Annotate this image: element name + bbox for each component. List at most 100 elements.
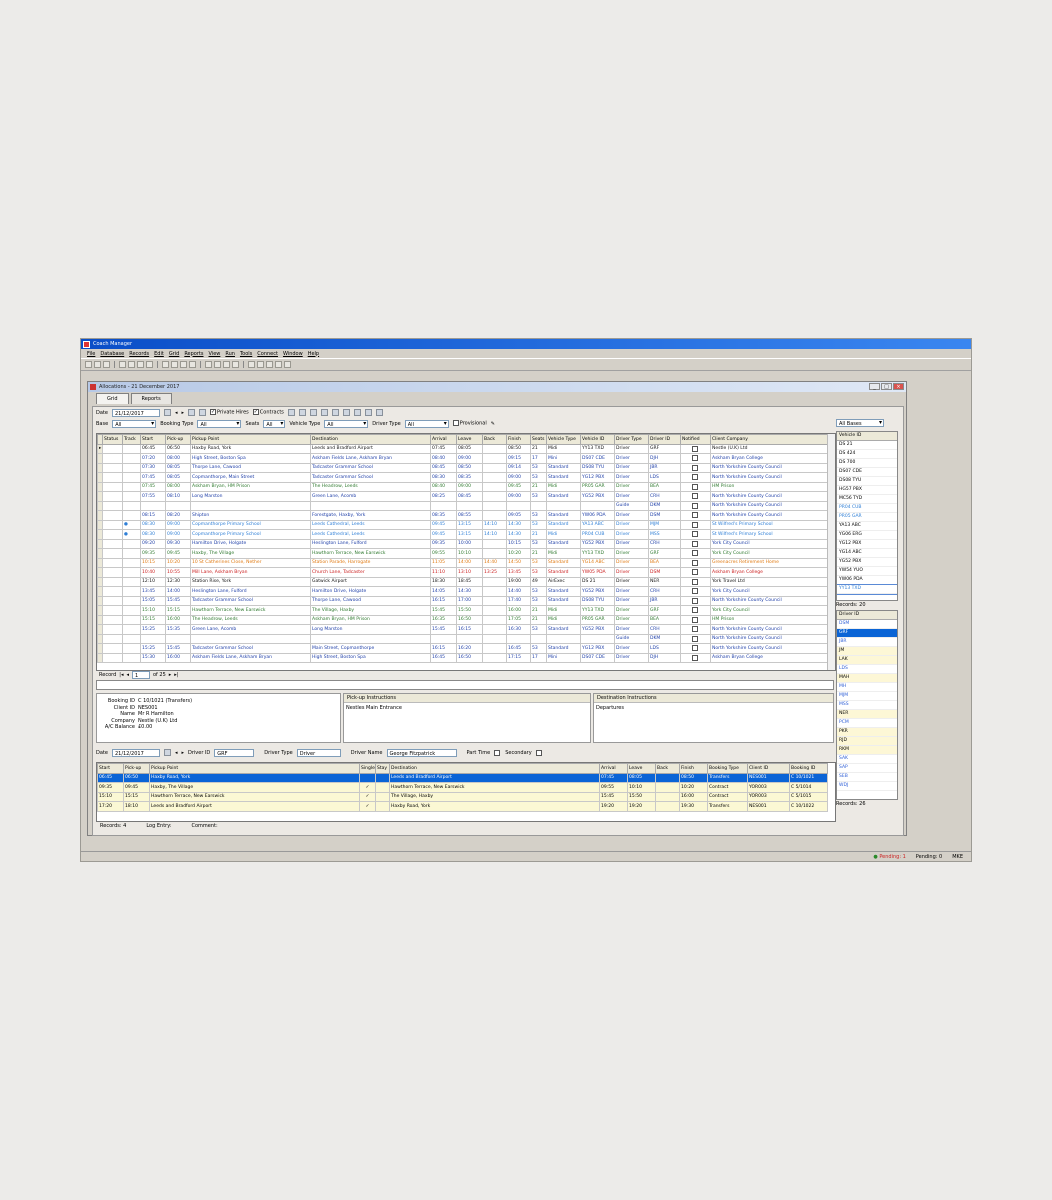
- table-cell[interactable]: 21: [530, 605, 547, 616]
- table-cell[interactable]: 08:10: [165, 491, 191, 502]
- table-cell[interactable]: Main Street, Copmanthorpe: [310, 643, 431, 654]
- table-cell[interactable]: 17: [530, 453, 547, 464]
- destination-instructions-text[interactable]: Departures: [594, 703, 833, 714]
- table-cell[interactable]: [456, 633, 483, 644]
- table-cell[interactable]: Gatwick Airport: [310, 576, 431, 587]
- table-cell[interactable]: 08:05: [456, 443, 483, 454]
- table-row[interactable]: 17:20 18:10 Leeds and Bradford Airport ✓ Hax…: [97, 801, 828, 812]
- date-field[interactable]: 21/12/2017: [111, 408, 160, 417]
- notified-checkbox[interactable]: [680, 510, 711, 521]
- table-cell[interactable]: 09:00: [456, 453, 483, 464]
- table-cell[interactable]: 10:15: [506, 538, 531, 549]
- table-cell[interactable]: Haxby, The Village: [149, 782, 360, 793]
- table-cell[interactable]: Driver: [614, 557, 649, 568]
- column-header[interactable]: Finish: [506, 434, 531, 445]
- table-cell[interactable]: YG52 PBX: [580, 538, 615, 549]
- sort-icon[interactable]: [189, 361, 196, 368]
- menu-records[interactable]: Records: [129, 351, 149, 357]
- table-cell[interactable]: [482, 491, 507, 502]
- vehicle-type-select[interactable]: All: [324, 419, 369, 428]
- table-cell[interactable]: Standard: [546, 491, 581, 502]
- table-cell[interactable]: 14:30: [506, 519, 531, 530]
- table-cell[interactable]: DSM: [648, 510, 681, 521]
- table-cell[interactable]: 13:10: [456, 567, 483, 578]
- table-cell[interactable]: Tadcaster Grammar School: [310, 462, 431, 473]
- table-cell[interactable]: [122, 538, 141, 549]
- table-cell[interactable]: 09:00: [456, 481, 483, 492]
- table-cell[interactable]: DJH: [648, 453, 681, 464]
- table-cell[interactable]: [122, 586, 141, 597]
- table-cell[interactable]: 12:10: [140, 576, 166, 587]
- table-cell[interactable]: The Headrow, Leeds: [190, 614, 311, 625]
- table-cell[interactable]: YY13 TXD: [580, 443, 615, 454]
- table-cell[interactable]: [122, 643, 141, 654]
- table-cell[interactable]: YG14 ABC: [580, 557, 615, 568]
- table-cell[interactable]: [140, 633, 166, 644]
- table-cell[interactable]: St Wilfred's Primary School: [710, 529, 829, 540]
- column-header[interactable]: Track: [122, 434, 141, 445]
- table-cell[interactable]: 14:10: [482, 519, 507, 530]
- table-cell[interactable]: 18:45: [456, 576, 483, 587]
- table-cell[interactable]: Long Marston: [190, 491, 311, 502]
- column-header[interactable]: Client Company: [710, 434, 829, 445]
- notified-checkbox[interactable]: [680, 519, 711, 530]
- table-cell[interactable]: Shipton: [190, 510, 311, 521]
- table-cell[interactable]: [102, 633, 123, 644]
- table-cell[interactable]: 16:00: [165, 652, 191, 663]
- table-cell[interactable]: LDS: [648, 643, 681, 654]
- column-header[interactable]: Finish: [679, 763, 708, 774]
- table-cell[interactable]: Driver: [614, 586, 649, 597]
- table-cell[interactable]: 15:45: [599, 791, 628, 802]
- window-icon[interactable]: [275, 361, 282, 368]
- table-cell[interactable]: High Street, Boston Spa: [190, 453, 311, 464]
- table-cell[interactable]: High Street, Boston Spa: [310, 652, 431, 663]
- table-cell[interactable]: [102, 472, 123, 483]
- table-cell[interactable]: 08:55: [456, 510, 483, 521]
- table-cell[interactable]: Driver: [614, 576, 649, 587]
- table-cell[interactable]: 10:15: [140, 557, 166, 568]
- table-cell[interactable]: [102, 624, 123, 635]
- driver-id-field[interactable]: GRF: [214, 748, 255, 757]
- driver-list-item[interactable]: MJM: [837, 692, 897, 701]
- table-cell[interactable]: North Yorkshire County Council: [710, 500, 829, 511]
- table-cell[interactable]: 53: [530, 510, 547, 521]
- table-cell[interactable]: 21: [530, 529, 547, 540]
- menu-database[interactable]: Database: [100, 351, 124, 357]
- table-cell[interactable]: [580, 633, 615, 644]
- table-cell[interactable]: [122, 576, 141, 587]
- seats-select[interactable]: All: [263, 419, 286, 428]
- table-cell[interactable]: LDS: [648, 472, 681, 483]
- table-cell[interactable]: 16:15: [456, 624, 483, 635]
- table-cell[interactable]: 15:10: [140, 605, 166, 616]
- table-cell[interactable]: 08:15: [140, 510, 166, 521]
- notified-checkbox[interactable]: [680, 538, 711, 549]
- table-cell[interactable]: Green Lane, Acomb: [310, 491, 431, 502]
- close-button[interactable]: ×: [893, 383, 904, 390]
- table-row[interactable]: 07:20 08:00 High Street, Boston Spa Askham …: [97, 453, 829, 464]
- calendar-icon[interactable]: [248, 361, 255, 368]
- driver-list-item[interactable]: RKM: [837, 746, 897, 755]
- table-cell[interactable]: 15:25: [140, 624, 166, 635]
- table-cell[interactable]: 53: [530, 595, 547, 606]
- table-row[interactable]: 15:10 15:15 Hawthorn Terrace, New Earswick…: [97, 605, 829, 616]
- table-cell[interactable]: 53: [530, 519, 547, 530]
- table-cell[interactable]: NES001: [747, 801, 790, 812]
- table-cell[interactable]: 11:05: [430, 557, 457, 568]
- bases-select[interactable]: All Bases: [836, 419, 884, 427]
- table-cell[interactable]: [482, 643, 507, 654]
- table-cell[interactable]: [102, 557, 123, 568]
- vehicle-list-item[interactable]: YG52 PBX: [837, 558, 897, 567]
- table-row[interactable]: Guide DKM North Yorkshire County Council: [97, 633, 829, 644]
- driver-list-item[interactable]: SAK: [837, 755, 897, 764]
- table-cell[interactable]: [102, 453, 123, 464]
- table-cell[interactable]: 17:40: [506, 595, 531, 606]
- table-cell[interactable]: The Village, Haxby: [389, 791, 600, 802]
- table-cell[interactable]: Haxby, The Village: [190, 548, 311, 559]
- table-cell[interactable]: [122, 453, 141, 464]
- column-header[interactable]: Back: [482, 434, 507, 445]
- table-cell[interactable]: 14:40: [506, 586, 531, 597]
- table-cell[interactable]: York City Council: [710, 538, 829, 549]
- preview-icon[interactable]: [331, 409, 339, 416]
- notified-checkbox[interactable]: [680, 491, 711, 502]
- table-cell[interactable]: Station Parade, Harrogate: [310, 557, 431, 568]
